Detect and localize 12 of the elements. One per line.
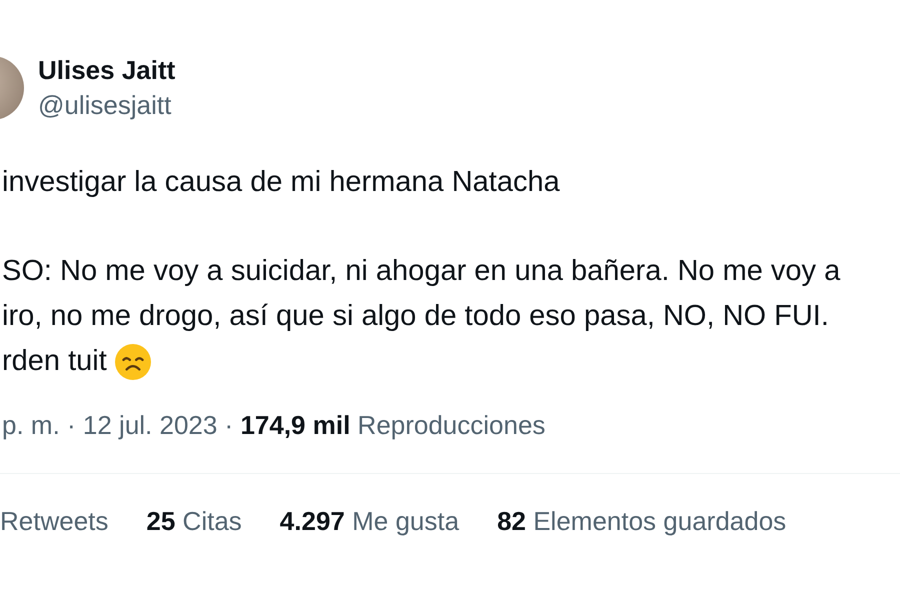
tweet-text-line: iro, no me drogo, así que si algo de todo eso pasa, NO, NO FUI. <box>2 300 829 333</box>
tweet-text-line: rden tuit <box>2 345 107 378</box>
author-name[interactable]: Ulises Jaitt <box>38 55 176 86</box>
author-handle[interactable]: @ulisesjaitt <box>38 90 176 121</box>
stat-link[interactable]: 82 Elementos guardados <box>497 506 786 537</box>
stat-link[interactable]: Retweets <box>0 506 108 537</box>
stat-link[interactable]: 25 Citas <box>146 506 242 537</box>
tweet-text-line: SO: No me voy a suicidar, ni ahogar en una bañera. No me voy a <box>2 255 840 288</box>
sad-face-icon <box>114 344 151 380</box>
stat-link[interactable]: 4.297 Me gusta <box>280 506 460 537</box>
tweet-timestamp: p. m. · 12 jul. 2023 · 174,9 mil Reproducciones <box>2 410 546 440</box>
tweet-text-line: investigar la causa de mi hermana Natacha <box>2 166 560 199</box>
